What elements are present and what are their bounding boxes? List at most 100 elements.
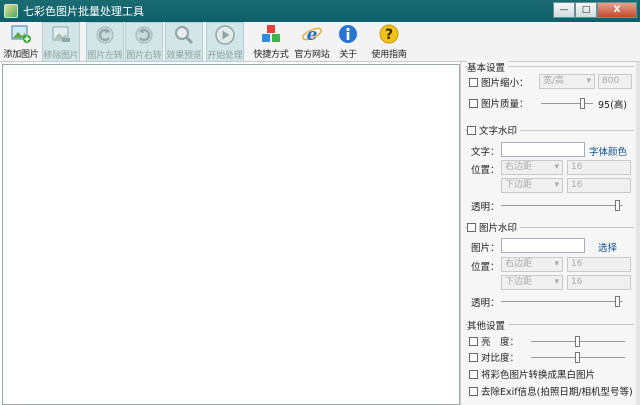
- brightness-row: 亮 度：: [469, 333, 519, 349]
- image-list-area[interactable]: [2, 64, 460, 405]
- quality-slider[interactable]: [541, 98, 593, 109]
- text-watermark-header: 文字水印: [467, 122, 521, 138]
- contrast-slider[interactable]: [531, 352, 625, 363]
- image-h-align-select[interactable]: 右边距: [501, 257, 563, 272]
- grayscale-checkbox[interactable]: [469, 369, 478, 379]
- brightness-slider-knob[interactable]: [575, 336, 580, 347]
- choose-image-button[interactable]: 选择: [598, 240, 617, 254]
- resize-row: 图片缩小：: [469, 74, 529, 90]
- grayscale-row: 将彩色图片转换成黑白图片: [469, 366, 595, 382]
- contrast-label: 对比度：: [481, 353, 520, 364]
- text-v-offset-input[interactable]: 16: [567, 178, 631, 193]
- quality-label: 图片质量：: [481, 99, 529, 110]
- add-image-icon: [11, 25, 31, 43]
- toolbar: 添加图片 移除图片 图片左转 图片右转 效果预览 开始处理 快捷方式 e 官方网…: [0, 22, 640, 62]
- image-v-align-select[interactable]: 下边距: [501, 275, 563, 290]
- rotate-left-label: 图片左转: [87, 51, 123, 61]
- resize-label: 图片缩小：: [481, 78, 529, 89]
- remove-exif-checkbox[interactable]: [469, 386, 478, 396]
- panel-scrollbar[interactable]: [636, 62, 640, 405]
- resize-checkbox[interactable]: [469, 77, 478, 87]
- rotate-left-icon: [96, 26, 114, 44]
- text-v-align-select[interactable]: 下边距: [501, 178, 563, 193]
- app-icon: [4, 4, 18, 18]
- remove-exif-label: 去除Exif信息(拍照日期/相机型号等): [481, 387, 633, 398]
- quality-value: 95(高): [598, 100, 628, 111]
- website-label: 官方网站: [294, 50, 330, 60]
- brightness-slider[interactable]: [531, 336, 625, 347]
- contrast-row: 对比度：: [469, 349, 519, 365]
- add-image-button[interactable]: 添加图片: [2, 22, 40, 62]
- maximize-button[interactable]: □: [575, 2, 597, 18]
- remove-exif-row: 去除Exif信息(拍照日期/相机型号等): [469, 383, 633, 399]
- preview-label: 效果预览: [166, 51, 202, 61]
- image-watermark-checkbox[interactable]: [467, 222, 476, 232]
- image-h-offset-input[interactable]: 16: [567, 257, 631, 272]
- svg-text:e: e: [307, 25, 318, 45]
- settings-panel: 基本设置 图片缩小： 宽/高 800 图片质量： 95(高) 文字水印 文字： …: [460, 60, 640, 405]
- grayscale-label: 将彩色图片转换成黑白图片: [481, 370, 596, 381]
- rotate-right-label: 图片右转: [126, 51, 162, 61]
- image-label: 图片：: [471, 243, 500, 254]
- image-watermark-title: 图片水印: [479, 223, 518, 234]
- about-button[interactable]: 关于: [333, 22, 363, 62]
- image-opacity-slider-knob[interactable]: [615, 296, 620, 307]
- text-watermark-checkbox[interactable]: [467, 125, 476, 135]
- contrast-slider-knob[interactable]: [575, 352, 580, 363]
- remove-image-label: 移除图片: [43, 51, 79, 61]
- title-bar: 七彩色图片批量处理工具 — □ X: [0, 0, 640, 22]
- info-icon: [339, 25, 357, 43]
- image-v-offset-input[interactable]: 16: [567, 275, 631, 290]
- shortcuts-label: 快捷方式: [253, 50, 289, 60]
- help-label: 使用指南: [371, 50, 407, 60]
- rotate-left-button[interactable]: 图片左转: [86, 22, 124, 62]
- text-h-align-select[interactable]: 右边距: [501, 160, 563, 175]
- rotate-right-icon: [135, 26, 153, 44]
- text-h-offset-input[interactable]: 16: [567, 160, 631, 175]
- about-label: 关于: [339, 50, 357, 60]
- basic-settings-title: 基本设置: [467, 60, 509, 74]
- text-label: 文字：: [471, 147, 500, 158]
- add-image-label: 添加图片: [3, 50, 39, 60]
- start-process-label: 开始处理: [207, 51, 243, 61]
- minimize-button[interactable]: —: [553, 2, 575, 18]
- brightness-label: 亮 度：: [481, 337, 520, 348]
- quality-slider-knob[interactable]: [580, 98, 585, 109]
- font-color-button[interactable]: 字体颜色: [589, 144, 627, 158]
- cubes-icon: [262, 25, 280, 42]
- remove-image-icon: [52, 26, 70, 42]
- quality-checkbox[interactable]: [469, 98, 478, 108]
- text-opacity-slider[interactable]: [501, 200, 623, 211]
- text-position-label: 位置：: [471, 165, 500, 176]
- start-process-button[interactable]: 开始处理: [206, 22, 244, 62]
- help-button[interactable]: ? 使用指南: [369, 22, 409, 62]
- quality-row: 图片质量：: [469, 95, 529, 111]
- image-opacity-label: 透明：: [471, 298, 500, 309]
- rotate-right-button[interactable]: 图片右转: [125, 22, 163, 62]
- question-icon: ?: [379, 24, 399, 44]
- svg-text:?: ?: [385, 27, 393, 43]
- preview-button[interactable]: 效果预览: [165, 22, 203, 62]
- resize-value-input[interactable]: 800: [598, 74, 632, 89]
- watermark-text-input[interactable]: [501, 142, 585, 157]
- website-button[interactable]: e 官方网站: [292, 22, 332, 62]
- play-icon: [215, 25, 235, 45]
- other-settings-title: 其他设置: [467, 318, 509, 332]
- resize-mode-select[interactable]: 宽/高: [539, 74, 595, 89]
- brightness-checkbox[interactable]: [469, 336, 478, 346]
- shortcuts-button[interactable]: 快捷方式: [251, 22, 291, 62]
- internet-explorer-icon: e: [302, 25, 322, 45]
- text-opacity-label: 透明：: [471, 202, 500, 213]
- image-opacity-slider[interactable]: [501, 296, 623, 307]
- text-opacity-slider-knob[interactable]: [615, 200, 620, 211]
- magnifier-icon: [175, 26, 194, 45]
- watermark-image-input[interactable]: [501, 238, 585, 253]
- contrast-checkbox[interactable]: [469, 352, 478, 362]
- remove-image-button[interactable]: 移除图片: [42, 22, 80, 62]
- window-controls: — □ X: [553, 2, 637, 18]
- close-button[interactable]: X: [597, 2, 637, 18]
- window-title: 七彩色图片批量处理工具: [23, 5, 144, 18]
- text-watermark-title: 文字水印: [479, 126, 518, 137]
- image-watermark-header: 图片水印: [467, 219, 521, 235]
- image-position-label: 位置：: [471, 262, 500, 273]
